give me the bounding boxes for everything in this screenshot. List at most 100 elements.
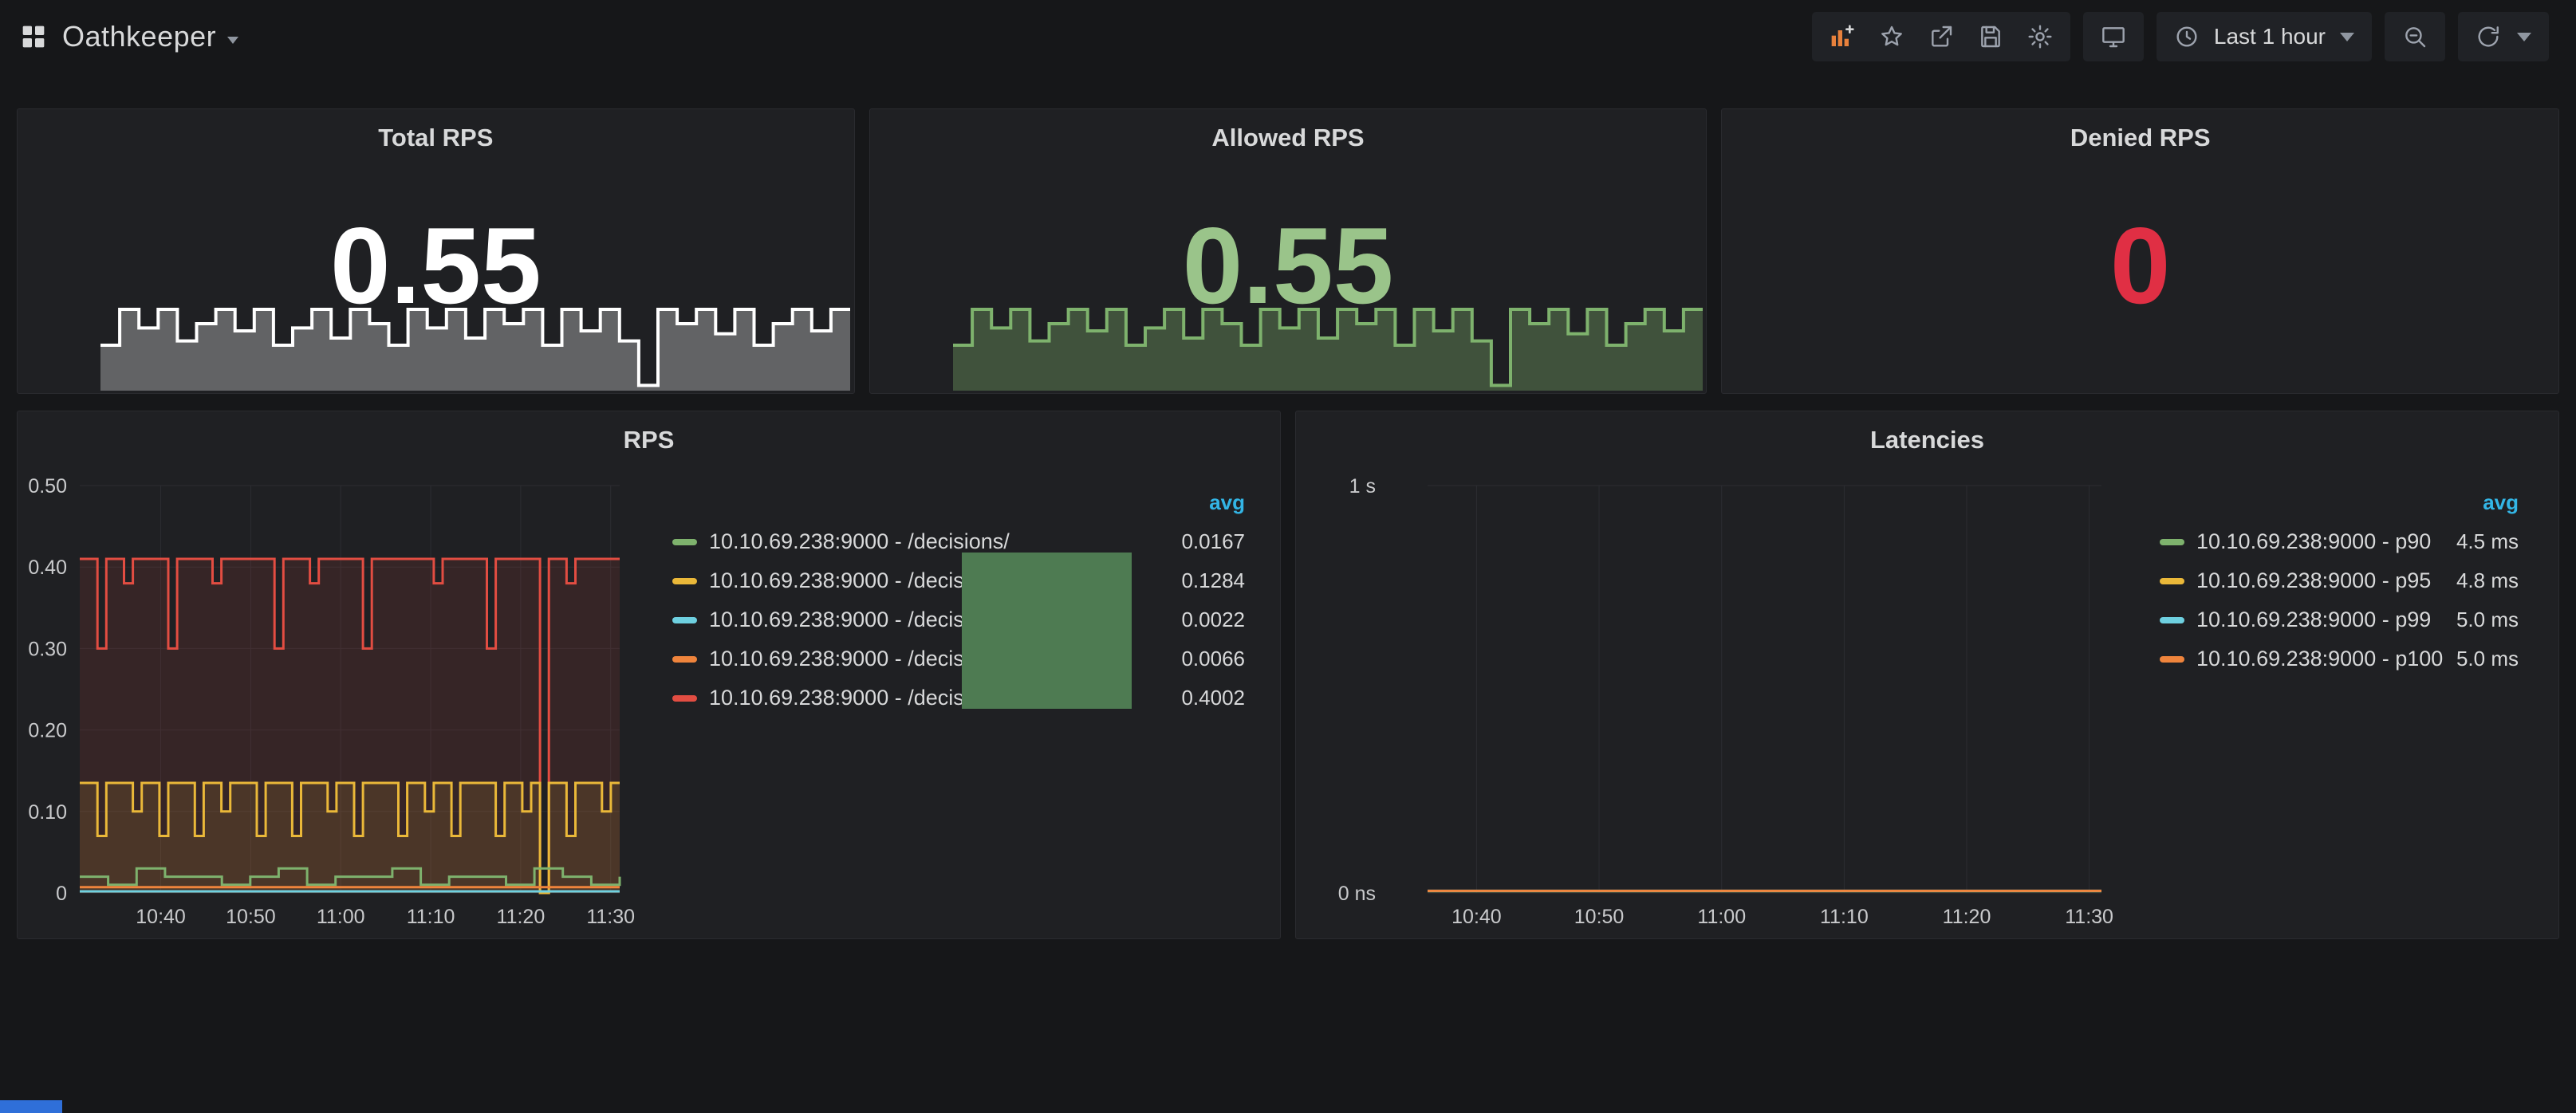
legend-series-label[interactable]: 10.10.69.238:9000 - p95 [2196,568,2431,593]
series-color-swatch-icon[interactable] [2160,656,2184,663]
legend-avg-value: 0.0167 [1181,529,1245,554]
zoom-out-button[interactable] [2402,24,2428,49]
latencies-legend: avg10.10.69.238:9000 - p904.5 ms10.10.69… [2160,487,2519,678]
navbar: Oathkeeper [0,0,2576,73]
dashboard-picker-caret-icon[interactable] [227,37,238,44]
x-axis-tick: 11:10 [1820,906,1869,928]
legend-series-label[interactable]: 10.10.69.238:9000 - /decisions/ [709,529,1010,554]
grafana-dashboard: Oathkeeper [0,0,2576,1113]
y-axis-tick: 0.40 [28,556,67,579]
legend-series-label[interactable]: 10.10.69.238:9000 - p100 [2196,647,2443,671]
panel-title[interactable]: Denied RPS [1722,124,2558,152]
x-axis-tick: 11:20 [1943,906,1991,928]
legend-row[interactable]: 10.10.69.238:9000 - p100 5.0 ms [2160,639,2519,678]
legend-avg-value: 4.5 ms [2456,529,2519,554]
legend-avg-value: 0.0022 [1181,608,1245,632]
series-color-swatch-icon[interactable] [672,617,697,623]
legend-avg-value: 4.8 ms [2456,568,2519,593]
legend-row[interactable]: 10.10.69.238:9000 - p95 4.8 ms [2160,561,2519,600]
denied-rps-panel: Denied RPS 0 [1721,108,2559,394]
star-button[interactable] [1879,24,1904,49]
y-axis-tick: 1 s [1349,475,1376,498]
x-axis-tick: 11:10 [407,906,455,928]
legend-row[interactable]: 10.10.69.238:9000 - /decisions/0.4002 [672,678,1245,718]
legend-avg-header: avg [672,487,1245,522]
y-axis-tick: 0.10 [28,801,67,824]
sparkline-fill [100,309,850,391]
settings-button[interactable] [2027,24,2053,49]
panel-title[interactable]: Total RPS [18,124,854,152]
monitor-icon [2101,24,2126,49]
time-picker-caret-icon [2340,33,2354,41]
blue-corner-strip [0,1100,62,1113]
rps-legend: avg10.10.69.238:9000 - /decisions/0.0167… [672,487,1245,718]
legend-row[interactable]: 10.10.69.238:9000 - /decisions/0.0066 [672,639,1245,678]
refresh-interval-button[interactable] [2517,33,2531,41]
legend-avg-value: 5.0 ms [2456,647,2519,671]
time-picker[interactable]: Last 1 hour [2157,12,2372,61]
time-range-label: Last 1 hour [2214,24,2326,49]
tv-mode-button[interactable] [2101,24,2126,49]
series-color-swatch-icon[interactable] [672,695,697,702]
y-axis-tick: 0 ns [1338,883,1376,905]
x-axis-tick: 11:30 [586,906,635,928]
stats-row: Total RPS 0.55 Allowed RPS 0.55 Denied R… [17,108,2559,394]
save-icon [1978,24,2003,49]
refresh-button[interactable] [2476,24,2501,49]
series-color-swatch-icon[interactable] [672,578,697,584]
legend-avg-header: avg [2160,487,2519,522]
refresh-caret-icon [2517,33,2531,41]
y-axis-tick: 0 [56,883,67,905]
refresh-icon [2476,24,2501,49]
series-color-swatch-icon[interactable] [2160,617,2184,623]
x-axis-tick: 11:30 [2065,906,2113,928]
x-axis-tick: 11:20 [497,906,546,928]
legend-series-label[interactable]: 10.10.69.238:9000 - p99 [2196,608,2431,632]
gear-icon [2027,24,2053,49]
series-color-swatch-icon[interactable] [672,539,697,545]
share-icon [1928,24,1954,49]
latencies-chart[interactable]: 1 s0 ns10:4010:5011:0011:1011:2011:30 [1296,411,2125,940]
add-panel-button[interactable] [1830,24,1855,49]
allowed-rps-sparkline [953,300,1703,391]
legend-row[interactable]: 10.10.69.238:9000 - /decisions/0.0167 [672,522,1245,561]
legend-row[interactable]: 10.10.69.238:9000 - /decisions/0.1284 [672,561,1245,600]
legend-avg-value: 0.1284 [1181,568,1245,593]
zoom-out-group [2385,12,2445,61]
legend-row[interactable]: 10.10.69.238:9000 - p99 5.0 ms [2160,600,2519,639]
y-axis-tick: 0.20 [28,720,67,742]
series-color-swatch-icon[interactable] [2160,539,2184,545]
cycle-view-group [2083,12,2144,61]
series-color-swatch-icon[interactable] [2160,578,2184,584]
legend-series-label[interactable]: 10.10.69.238:9000 - p90 [2196,529,2431,554]
apps-grid-button[interactable] [21,24,46,49]
legend-avg-value: 0.4002 [1181,686,1245,710]
add-panel-icon [1830,24,1855,49]
graphs-row: RPS 0.500.400.300.200.10010:4010:5011:00… [17,411,2559,939]
total-rps-sparkline [100,300,850,391]
legend-avg-value: 5.0 ms [2456,608,2519,632]
series-color-swatch-icon[interactable] [672,656,697,663]
rps-graph-panel: RPS 0.500.400.300.200.10010:4010:5011:00… [17,411,1281,939]
x-axis-tick: 10:40 [136,906,186,928]
save-button[interactable] [1978,24,2003,49]
legend-row[interactable]: 10.10.69.238:9000 - /decisions/0.0022 [672,600,1245,639]
total-rps-panel: Total RPS 0.55 [17,108,855,394]
legend-avg-value: 0.0066 [1181,647,1245,671]
latencies-graph-panel: Latencies 1 s0 ns10:4010:5011:0011:1011:… [1295,411,2559,939]
apps-grid-icon [21,24,46,49]
refresh-group [2458,12,2549,61]
time-picker-button[interactable]: Last 1 hour [2174,24,2354,49]
green-overlay-box [962,553,1132,709]
clock-icon [2174,24,2200,49]
y-axis-tick: 0.30 [28,638,67,660]
x-axis-tick: 10:40 [1451,906,1502,928]
x-axis-tick: 10:50 [226,906,276,928]
denied-rps-value: 0 [1722,211,2558,320]
legend-row[interactable]: 10.10.69.238:9000 - p90 4.5 ms [2160,522,2519,561]
share-button[interactable] [1928,24,1954,49]
panel-title[interactable]: Allowed RPS [870,124,1707,152]
rps-chart[interactable]: 0.500.400.300.200.10010:4010:5011:0011:1… [18,411,656,940]
dashboard-title[interactable]: Oathkeeper [62,20,216,53]
allowed-rps-panel: Allowed RPS 0.55 [869,108,1707,394]
